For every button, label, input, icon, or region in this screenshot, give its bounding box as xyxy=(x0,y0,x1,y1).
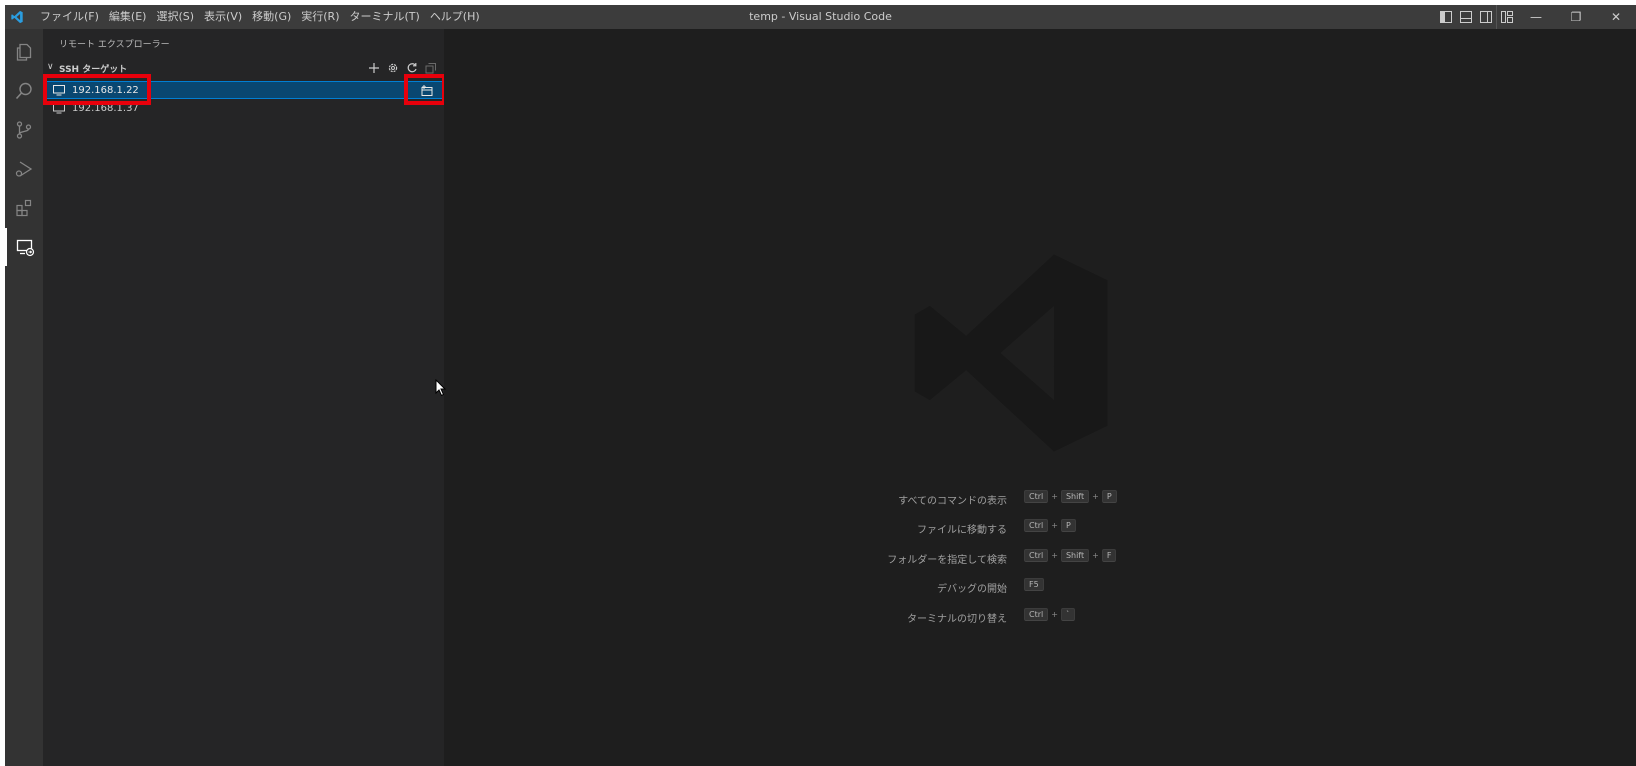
refresh-icon[interactable] xyxy=(402,60,421,76)
vscode-logo-icon xyxy=(902,244,1116,466)
search-icon[interactable] xyxy=(5,72,43,110)
shortcut-label: フォルダーを指定して検索 xyxy=(887,555,1007,566)
toggle-primary-sidebar-icon[interactable] xyxy=(1436,5,1456,29)
activity-bar xyxy=(5,29,43,766)
shortcut-row[interactable]: ターミナルの切り替え Ctrl + ` xyxy=(824,607,1324,627)
shortcut-label: ターミナルの切り替え xyxy=(907,614,1007,625)
menu-help[interactable]: ヘルプ(H) xyxy=(425,5,485,29)
sidebar-remote-explorer: リモート エクスプローラー ∨ SSH ターゲット 192.168.1.22 1… xyxy=(43,29,446,766)
menu-view[interactable]: 表示(V) xyxy=(199,5,247,29)
shortcut-label: ファイルに移動する xyxy=(917,525,1007,536)
shortcut-row[interactable]: フォルダーを指定して検索 Ctrl + Shift + F xyxy=(824,548,1324,568)
run-debug-icon[interactable] xyxy=(5,150,43,188)
key: Ctrl xyxy=(1024,549,1049,562)
key: Ctrl xyxy=(1024,490,1049,503)
chevron-down-icon[interactable]: ∨ xyxy=(47,62,54,72)
shortcut-label: すべてのコマンドの表示 xyxy=(898,496,1007,507)
key: Shift xyxy=(1060,490,1090,503)
shortcut-keys: Ctrl + Shift + P xyxy=(1022,490,1119,503)
key: P xyxy=(1101,490,1117,503)
key: Ctrl xyxy=(1024,519,1049,532)
ssh-host-row[interactable]: 192.168.1.22 xyxy=(43,81,444,99)
connect-new-window-icon[interactable] xyxy=(418,82,436,98)
ssh-host-label: 192.168.1.37 xyxy=(72,102,139,114)
key: Shift xyxy=(1060,549,1090,562)
remote-explorer-icon[interactable] xyxy=(5,228,43,266)
mouse-pointer-icon xyxy=(435,378,447,401)
key: F5 xyxy=(1024,578,1044,591)
customize-layout-icon[interactable] xyxy=(1496,5,1516,29)
section-actions xyxy=(364,60,440,76)
shortcut-row[interactable]: ファイルに移動する Ctrl + P xyxy=(824,518,1324,538)
ssh-host-row[interactable]: 192.168.1.37 xyxy=(43,99,444,117)
menu-terminal[interactable]: ターミナル(T) xyxy=(345,5,425,29)
shortcut-keys: Ctrl + Shift + F xyxy=(1022,549,1118,562)
sidebar-title: リモート エクスプローラー xyxy=(59,40,170,50)
menu-selection[interactable]: 選択(S) xyxy=(151,5,199,29)
editor-area: すべてのコマンドの表示 Ctrl + Shift + P ファイルに移動する Ctr… xyxy=(444,29,1636,766)
key: P xyxy=(1060,519,1076,532)
title-bar: ファイル(F) 編集(E) 選択(S) 表示(V) 移動(G) 実行(R) ター… xyxy=(5,5,1636,29)
menu-file[interactable]: ファイル(F) xyxy=(35,5,104,29)
extensions-icon[interactable] xyxy=(5,189,43,227)
key: Ctrl xyxy=(1024,608,1049,621)
source-control-icon[interactable] xyxy=(5,111,43,149)
ssh-host-label: 192.168.1.22 xyxy=(72,84,139,96)
add-icon[interactable] xyxy=(364,60,383,76)
key: F xyxy=(1101,549,1117,562)
vscode-window: ファイル(F) 編集(E) 選択(S) 表示(V) 移動(G) 実行(R) ター… xyxy=(5,5,1636,766)
shortcut-row[interactable]: デバッグの開始 F5 xyxy=(824,577,1324,597)
toggle-secondary-sidebar-icon[interactable] xyxy=(1476,5,1496,29)
settings-gear-icon[interactable] xyxy=(383,60,402,76)
shortcut-row[interactable]: すべてのコマンドの表示 Ctrl + Shift + P xyxy=(824,489,1324,509)
vscode-logo-icon[interactable] xyxy=(5,5,29,29)
menu-bar: ファイル(F) 編集(E) 選択(S) 表示(V) 移動(G) 実行(R) ター… xyxy=(35,5,485,29)
remote-monitor-icon xyxy=(52,101,66,115)
shortcut-keys: Ctrl + ` xyxy=(1022,608,1077,621)
key: ` xyxy=(1060,608,1075,621)
ssh-targets-section-header[interactable]: ∨ SSH ターゲット xyxy=(43,60,444,76)
toggle-panel-icon[interactable] xyxy=(1456,5,1476,29)
close-button[interactable]: ✕ xyxy=(1596,5,1636,29)
minimize-button[interactable]: — xyxy=(1516,5,1556,29)
collapse-all-icon[interactable] xyxy=(421,60,440,76)
menu-edit[interactable]: 編集(E) xyxy=(104,5,152,29)
shortcut-keys: F5 xyxy=(1022,578,1046,591)
title-controls: — ❐ ✕ xyxy=(1436,5,1636,29)
menu-go[interactable]: 移動(G) xyxy=(247,5,296,29)
remote-monitor-icon xyxy=(52,83,66,97)
menu-run[interactable]: 実行(R) xyxy=(296,5,344,29)
explorer-icon[interactable] xyxy=(5,33,43,71)
section-title: SSH ターゲット xyxy=(59,65,128,75)
restore-button[interactable]: ❐ xyxy=(1556,5,1596,29)
shortcut-keys: Ctrl + P xyxy=(1022,519,1078,532)
shortcut-label: デバッグの開始 xyxy=(937,584,1007,595)
